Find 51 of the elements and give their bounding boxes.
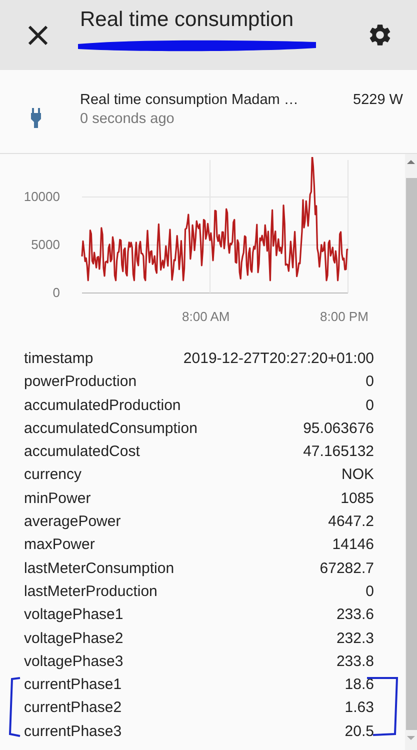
attribute-name: voltagePhase1 (24, 605, 124, 626)
scroll-up-icon[interactable] (407, 160, 415, 164)
attribute-name: minPower (24, 488, 91, 509)
y-axis-label: 0 (52, 285, 60, 300)
scrollbar[interactable] (405, 154, 417, 750)
attribute-value: 2019-12-27T20:27:20+01:00 (183, 349, 374, 369)
close-button[interactable]: × (22, 18, 54, 52)
y-axis-label: 5000 (31, 237, 60, 252)
entity-name: Real time consumption Madam … (80, 92, 300, 108)
attribute-value: 0 (366, 582, 374, 602)
bracket-mark (6, 676, 22, 738)
attribute-value: 232.3 (336, 628, 374, 649)
attribute-name: currency (24, 465, 82, 486)
scroll-down-icon[interactable] (407, 736, 415, 740)
attribute-name: currentPhase2 (24, 698, 122, 718)
attribute-name: lastMeterProduction (24, 582, 158, 602)
attribute-name: averagePower (24, 512, 121, 532)
attribute-name: voltagePhase2 (24, 628, 124, 649)
scrollbar-thumb[interactable] (406, 178, 416, 730)
attribute-name: currentPhase3 (24, 722, 122, 742)
attribute-value: 47.165132 (303, 442, 374, 462)
attribute-value: 1.63 (344, 698, 374, 718)
attribute-value: 20.5 (344, 722, 374, 742)
x-axis-label: 8:00 AM (182, 309, 230, 324)
x-axis-label: 8:00 PM (320, 309, 368, 324)
attribute-value: 233.6 (336, 605, 374, 626)
attribute-value: 95.063676 (303, 418, 374, 439)
attribute-name: currentPhase1 (24, 675, 122, 696)
entity-state: 5229 W (353, 92, 403, 108)
attribute-value: 0 (366, 372, 374, 392)
attribute-name: powerProduction (24, 372, 137, 392)
attribute-value: NOK (341, 465, 374, 486)
last-updated: 0 seconds ago (80, 111, 176, 127)
attribute-value: 0 (366, 396, 374, 416)
dialog-title: Real time consumption (80, 8, 295, 32)
attribute-name: voltagePhase3 (24, 652, 124, 672)
attribute-value: 4647.2 (328, 512, 374, 532)
attribute-value: 67282.7 (320, 558, 374, 579)
attribute-name: accumulatedConsumption (24, 418, 198, 439)
attribute-name: accumulatedCost (24, 442, 140, 462)
plug-icon (30, 108, 42, 128)
attribute-value: 233.8 (336, 652, 374, 672)
attribute-name: accumulatedProduction (24, 396, 181, 416)
attribute-value: 1085 (340, 488, 374, 509)
attribute-name: timestamp (24, 349, 94, 369)
attribute-name: maxPower (24, 535, 95, 556)
y-axis-label: 10000 (24, 189, 60, 204)
attribute-value: 14146 (332, 535, 374, 556)
attribute-name: lastMeterConsumption (24, 558, 174, 579)
attribute-value: 18.6 (344, 675, 374, 696)
settings-icon[interactable] (367, 22, 393, 48)
